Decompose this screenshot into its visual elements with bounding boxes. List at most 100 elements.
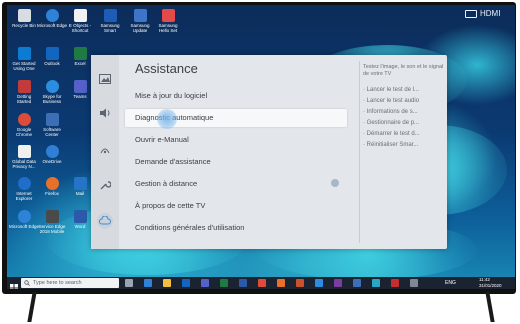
taskbar-calendar-icon[interactable]: [353, 279, 361, 287]
tv-screen: HDMI Recycle Bin Microsoft Edge E Object…: [7, 5, 515, 289]
taskbar-acrobat-icon[interactable]: [391, 279, 399, 287]
desktop-icon-label: Recycle Bin: [12, 23, 36, 28]
app-icon: [17, 47, 31, 60]
hdmi-label: HDMI: [480, 9, 501, 18]
windows-start-icon[interactable]: [10, 279, 18, 289]
clock[interactable]: 11:42 31/01/2020: [479, 277, 502, 289]
language-indicator[interactable]: ENG: [445, 280, 456, 286]
desktop-icon-service-edge[interactable]: Service Edge 2018 Mobile: [37, 210, 67, 234]
taskbar-powerpoint-icon[interactable]: [296, 279, 304, 287]
taskbar-word-icon[interactable]: [239, 279, 247, 287]
tv-stand-leg-left: [27, 292, 37, 322]
taskbar-onenote-icon[interactable]: [334, 279, 342, 287]
desktop-icon-internet-explorer[interactable]: Internet Explorer: [9, 177, 39, 201]
sub-item-reset-smart: · Réinitialiser Smar...: [363, 142, 419, 148]
taskbar-excel-icon[interactable]: [220, 279, 228, 287]
sub-item-manager: · Gestionnaire de p...: [363, 120, 420, 126]
taskbar-outlook-icon[interactable]: [182, 279, 190, 287]
desktop-icon-label: Get Started Using One: [12, 61, 36, 71]
taskbar-file-explorer-icon[interactable]: [163, 279, 171, 287]
desktop-icon-onedrive[interactable]: OneDrive: [37, 145, 67, 164]
desktop-icon-skype[interactable]: Skype for Business: [37, 80, 67, 104]
desktop-icon-samsung-smart[interactable]: Samsung Smart: [95, 9, 125, 33]
search-icon: [24, 280, 30, 289]
assistance-panel: Assistance Mise à jour du logiciel Diagn…: [91, 55, 447, 249]
picture-icon[interactable]: [97, 71, 113, 87]
desktop-icon-samsung-hello[interactable]: Samsung Hello Set: [153, 9, 183, 33]
pdf-icon: [161, 9, 175, 22]
desktop-icon-label: E Objects - Shortcut: [68, 23, 92, 33]
hdmi-indicator: HDMI: [465, 9, 500, 18]
desktop-icon-label: Google Chrome: [15, 127, 32, 137]
taskbar-search-input[interactable]: Type here to search: [21, 278, 119, 288]
desktop-icon-edge-2[interactable]: Microsoft Edge: [9, 210, 39, 229]
sub-item-picture-test: · Lancer le test de l...: [363, 87, 420, 93]
onedrive-icon: [45, 145, 59, 158]
desktop-icon-label: OneDrive: [42, 159, 62, 164]
desktop-icon-label: Skype for Business: [42, 94, 62, 104]
desktop-icon-global-data[interactable]: Global Data Privacy N...: [9, 145, 39, 169]
desktop-icon-label: Getting Started: [16, 94, 32, 104]
taskbar-photos-icon[interactable]: [372, 279, 380, 287]
menu-item-software-update[interactable]: Mise à jour du logiciel: [135, 91, 207, 100]
desktop-icon-chrome[interactable]: Google Chrome: [9, 113, 39, 137]
desktop-icon-samsung-update[interactable]: Samsung Update: [125, 9, 155, 33]
sub-item-start-test: · Démarrer le test d...: [363, 131, 420, 137]
desktop-icon-label: Samsung Smart: [100, 23, 120, 33]
recycle-bin-icon: [17, 9, 31, 22]
clock-date: 31/01/2020: [479, 283, 502, 288]
mail-icon: [73, 177, 87, 190]
taskbar-edge-icon[interactable]: [144, 279, 152, 287]
app-icon: [17, 80, 31, 93]
desktop-icon-label: Firefox: [45, 191, 59, 196]
menu-item-request-support[interactable]: Demande d'assistance: [135, 157, 211, 166]
desktop-icon-edge[interactable]: Microsoft Edge: [37, 9, 67, 28]
taskbar-firefox-icon[interactable]: [277, 279, 285, 287]
document-icon: [17, 145, 31, 158]
menu-item-remote-management[interactable]: Gestion à distance: [135, 179, 197, 188]
outlook-icon: [45, 47, 59, 60]
cloud-support-icon[interactable]: [97, 213, 113, 229]
update-icon: [133, 9, 147, 22]
desktop-icon-label: Global Data Privacy N...: [12, 159, 36, 169]
menu-item-about-tv[interactable]: À propos de cette TV: [135, 201, 205, 210]
taskbar-settings-icon[interactable]: [410, 279, 418, 287]
taskbar-skype-icon[interactable]: [315, 279, 323, 287]
hdmi-icon: [465, 9, 477, 18]
windows-taskbar: Type here to search ENG 11:42 31/01/2020: [7, 277, 515, 289]
desktop-icon-label: Samsung Hello Set: [158, 23, 178, 33]
desktop-icon-label: Outlook: [44, 61, 60, 66]
sound-icon[interactable]: [97, 105, 113, 121]
tv-stand-leg-right: [485, 292, 495, 322]
internet-explorer-icon: [17, 177, 31, 190]
toggle-indicator[interactable]: [331, 179, 339, 187]
menu-item-terms[interactable]: Conditions générales d'utilisation: [135, 223, 244, 232]
touch-pointer: [157, 109, 177, 129]
network-icon[interactable]: [97, 141, 113, 157]
desktop-icon-label: Internet Explorer: [15, 191, 33, 201]
chrome-icon: [17, 113, 31, 126]
panel-title: Assistance: [135, 61, 198, 76]
samsung-icon: [103, 9, 117, 22]
desktop-icon-recycle-bin[interactable]: Recycle Bin: [9, 9, 39, 28]
edge-icon: [17, 210, 31, 223]
teams-icon: [73, 80, 87, 93]
menu-item-e-manual[interactable]: Ouvrir e-Manual: [135, 135, 189, 144]
desktop-icon-get-started[interactable]: Get Started Using One: [9, 47, 39, 71]
desktop-icon-shortcut[interactable]: E Objects - Shortcut: [65, 9, 95, 33]
category-rail: [91, 55, 119, 249]
desktop-icon-outlook[interactable]: Outlook: [37, 47, 67, 66]
taskbar-chrome-icon[interactable]: [258, 279, 266, 287]
taskbar-teams-icon[interactable]: [201, 279, 209, 287]
wrench-icon[interactable]: [97, 177, 113, 193]
desktop-icon-firefox[interactable]: Firefox: [37, 177, 67, 196]
desktop-icon-software-center[interactable]: Software Center: [37, 113, 67, 137]
taskbar-task-view-icon[interactable]: [125, 279, 133, 287]
desktop-icon-label: Microsoft Edge: [9, 224, 39, 229]
desktop-icon-getting-started[interactable]: Getting Started: [9, 80, 39, 104]
sub-item-signal-info: · Informations de s...: [363, 109, 418, 115]
desktop-icon-label: Software Center: [43, 127, 61, 137]
excel-icon: [73, 47, 87, 60]
app-icon: [45, 210, 59, 223]
help-description: Testez l'image, le son et le signal de v…: [363, 64, 444, 77]
